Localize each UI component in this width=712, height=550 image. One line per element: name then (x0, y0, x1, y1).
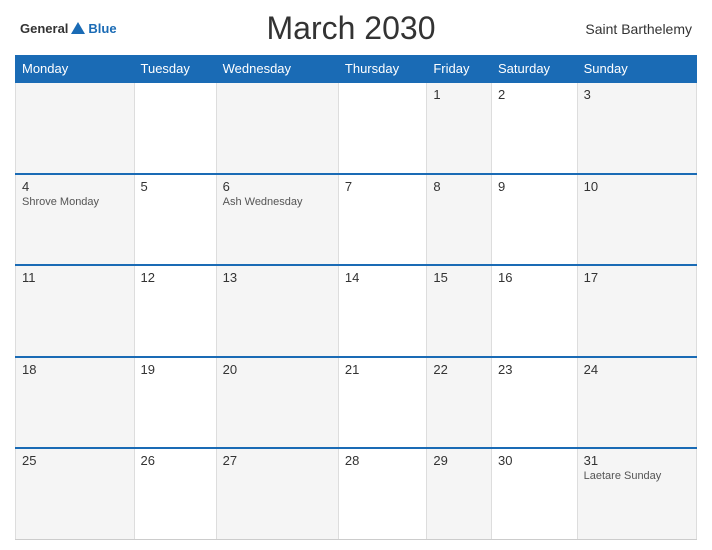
calendar-cell: 27 (216, 448, 338, 540)
day-number: 31 (584, 453, 690, 468)
calendar-cell: 30 (492, 448, 578, 540)
calendar-cell (338, 82, 426, 174)
day-number: 15 (433, 270, 485, 285)
weekday-header-tuesday: Tuesday (134, 56, 216, 83)
calendar-week-4: 18 19 20 21 22 23 24 (16, 357, 697, 449)
day-number: 19 (141, 362, 210, 377)
calendar-header-row: MondayTuesdayWednesdayThursdayFridaySatu… (16, 56, 697, 83)
calendar-cell: 24 (577, 357, 696, 449)
calendar-cell: 17 (577, 265, 696, 357)
day-number: 27 (223, 453, 332, 468)
logo-text-blue: Blue (88, 21, 116, 36)
day-event: Shrove Monday (22, 196, 128, 208)
calendar-cell: 10 (577, 174, 696, 266)
calendar-cell: 11 (16, 265, 135, 357)
day-number: 5 (141, 179, 210, 194)
calendar-cell: 7 (338, 174, 426, 266)
day-number: 29 (433, 453, 485, 468)
calendar-week-2: 4 Shrove Monday 56 Ash Wednesday 789 10 (16, 174, 697, 266)
calendar-cell: 14 (338, 265, 426, 357)
day-number: 10 (584, 179, 690, 194)
day-number: 9 (498, 179, 571, 194)
day-number: 26 (141, 453, 210, 468)
calendar-cell: 13 (216, 265, 338, 357)
day-number: 3 (584, 87, 690, 102)
day-number: 6 (223, 179, 332, 194)
day-number: 14 (345, 270, 420, 285)
weekday-header-friday: Friday (427, 56, 492, 83)
day-number: 1 (433, 87, 485, 102)
calendar-cell: 23 (492, 357, 578, 449)
calendar-cell: 29 (427, 448, 492, 540)
day-number: 23 (498, 362, 571, 377)
day-number: 25 (22, 453, 128, 468)
calendar-cell: 8 (427, 174, 492, 266)
calendar-cell: 12 (134, 265, 216, 357)
calendar-cell: 26 (134, 448, 216, 540)
weekday-header-wednesday: Wednesday (216, 56, 338, 83)
day-number: 21 (345, 362, 420, 377)
calendar-cell: 21 (338, 357, 426, 449)
calendar-cell: 22 (427, 357, 492, 449)
calendar-cell: 28 (338, 448, 426, 540)
logo-icon (69, 20, 87, 38)
calendar-cell (16, 82, 135, 174)
day-event: Ash Wednesday (223, 196, 332, 208)
day-number: 16 (498, 270, 571, 285)
calendar-cell: 2 (492, 82, 578, 174)
day-number: 4 (22, 179, 128, 194)
calendar-cell: 5 (134, 174, 216, 266)
calendar-cell (216, 82, 338, 174)
calendar-cell: 25 (16, 448, 135, 540)
calendar-cell (134, 82, 216, 174)
day-event: Laetare Sunday (584, 470, 690, 482)
calendar-cell: 4 Shrove Monday (16, 174, 135, 266)
calendar-cell: 1 (427, 82, 492, 174)
day-number: 18 (22, 362, 128, 377)
day-number: 22 (433, 362, 485, 377)
calendar-cell: 16 (492, 265, 578, 357)
calendar-cell: 19 (134, 357, 216, 449)
calendar-cell: 31 Laetare Sunday (577, 448, 696, 540)
calendar-cell: 20 (216, 357, 338, 449)
logo: General Blue (20, 20, 117, 38)
calendar-week-1: 123 (16, 82, 697, 174)
day-number: 13 (223, 270, 332, 285)
weekday-header-sunday: Sunday (577, 56, 696, 83)
day-number: 7 (345, 179, 420, 194)
day-number: 11 (22, 270, 128, 285)
calendar-week-5: 25 26 27 28 29 30 31 Laetare Sunday (16, 448, 697, 540)
calendar-week-3: 11 12 13 14 15 16 17 (16, 265, 697, 357)
day-number: 24 (584, 362, 690, 377)
day-number: 12 (141, 270, 210, 285)
calendar-cell: 15 (427, 265, 492, 357)
calendar-cell: 18 (16, 357, 135, 449)
month-title: March 2030 (117, 10, 586, 47)
calendar-table: MondayTuesdayWednesdayThursdayFridaySatu… (15, 55, 697, 540)
calendar-cell: 3 (577, 82, 696, 174)
day-number: 8 (433, 179, 485, 194)
weekday-header-saturday: Saturday (492, 56, 578, 83)
logo-text-general: General (20, 21, 68, 36)
calendar-cell: 6 Ash Wednesday (216, 174, 338, 266)
day-number: 17 (584, 270, 690, 285)
day-number: 28 (345, 453, 420, 468)
calendar-header: General Blue March 2030 Saint Barthelemy (15, 10, 697, 47)
day-number: 20 (223, 362, 332, 377)
calendar-cell: 9 (492, 174, 578, 266)
weekday-header-thursday: Thursday (338, 56, 426, 83)
weekday-header-monday: Monday (16, 56, 135, 83)
day-number: 30 (498, 453, 571, 468)
region-label: Saint Barthelemy (585, 21, 692, 37)
day-number: 2 (498, 87, 571, 102)
